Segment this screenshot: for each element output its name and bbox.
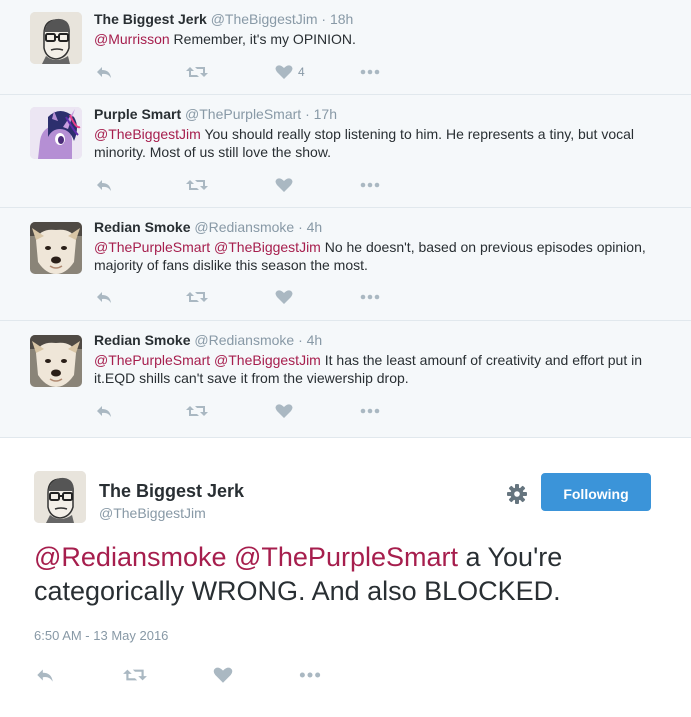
avatar[interactable] [30,12,82,64]
retweet-icon[interactable] [122,664,148,684]
like-icon[interactable] [274,175,294,195]
author-handle[interactable]: @Rediansmoke [194,332,294,348]
tweet-text: @ThePurpleSmart @TheBiggestJim It has th… [94,351,671,387]
author-handle[interactable]: @TheBiggestJim [99,504,244,522]
avatar[interactable] [30,222,82,274]
retweet-icon[interactable] [185,62,209,82]
retweet-icon[interactable] [185,401,209,421]
reply-icon[interactable] [34,664,56,684]
tweet-text: @Rediansmoke @ThePurpleSmart a You're ca… [34,540,654,608]
separator-dot: · [298,332,303,348]
mention-link[interactable]: @Murrisson [94,31,170,47]
gear-icon[interactable] [506,483,528,510]
author-handle[interactable]: @Rediansmoke [194,219,294,235]
reply-icon[interactable] [94,401,114,421]
tweet-timestamp[interactable]: 6:50 AM - 13 May 2016 [34,628,168,643]
mention-link[interactable]: @ThePurpleSmart @TheBiggestJim [94,239,321,255]
tweet-text: @TheBiggestJim You should really stop li… [94,125,671,161]
like-icon[interactable] [274,287,294,307]
tweet-time[interactable]: 4h [307,332,323,348]
reply-icon[interactable] [94,175,114,195]
tweet-actions [94,401,394,421]
tweet-text: @Murrisson Remember, it's my OPINION. [94,30,671,48]
reply-tweet[interactable]: The Biggest Jerk @TheBiggestJim · 18h @M… [0,0,691,95]
more-icon[interactable] [359,401,381,421]
tweet-actions [94,175,394,195]
tweet-actions: 4 [94,62,394,82]
following-button[interactable]: Following [541,473,651,511]
author-name[interactable]: Purple Smart [94,106,181,122]
reply-tweet[interactable]: Redian Smoke @Rediansmoke · 4h @ThePurpl… [0,208,691,321]
author-name[interactable]: The Biggest Jerk [94,11,207,27]
avatar[interactable] [30,335,82,387]
main-author: The Biggest Jerk @TheBiggestJim [99,480,244,522]
like-count: 4 [298,65,305,79]
tweet-time[interactable]: 18h [330,11,353,27]
conversation-thread: The Biggest Jerk @TheBiggestJim · 18h @M… [0,0,691,438]
reply-tweet[interactable]: Purple Smart @ThePurpleSmart · 17h @TheB… [0,95,691,208]
author-handle[interactable]: @ThePurpleSmart [185,106,301,122]
separator-dot: · [298,219,303,235]
tweet-actions [94,287,394,307]
mention-link[interactable]: @Rediansmoke @ThePurpleSmart [34,542,458,572]
tweet-text: @ThePurpleSmart @TheBiggestJim No he doe… [94,238,671,274]
more-icon[interactable] [359,62,381,82]
author-name[interactable]: Redian Smoke [94,332,190,348]
avatar[interactable] [34,471,86,523]
author-name[interactable]: The Biggest Jerk [99,480,244,502]
mention-link[interactable]: @TheBiggestJim [94,126,201,142]
author-handle[interactable]: @TheBiggestJim [211,11,318,27]
separator-dot: · [305,106,310,122]
reply-tweet[interactable]: Redian Smoke @Rediansmoke · 4h @ThePurpl… [0,321,691,438]
like-icon[interactable]: 4 [274,62,305,82]
like-icon[interactable] [274,401,294,421]
more-icon[interactable] [359,175,381,195]
more-icon[interactable] [298,664,322,684]
main-tweet: The Biggest Jerk @TheBiggestJim Followin… [0,438,691,717]
tweet-body: Remember, it's my OPINION. [169,31,356,47]
retweet-icon[interactable] [185,287,209,307]
retweet-icon[interactable] [185,175,209,195]
mention-link[interactable]: @ThePurpleSmart @TheBiggestJim [94,352,321,368]
reply-icon[interactable] [94,62,114,82]
avatar[interactable] [30,107,82,159]
reply-icon[interactable] [94,287,114,307]
like-icon[interactable] [212,664,234,684]
tweet-time[interactable]: 4h [307,219,323,235]
separator-dot: · [321,11,327,27]
tweet-actions [34,664,354,686]
author-name[interactable]: Redian Smoke [94,219,190,235]
tweet-time[interactable]: 17h [314,106,337,122]
more-icon[interactable] [359,287,381,307]
